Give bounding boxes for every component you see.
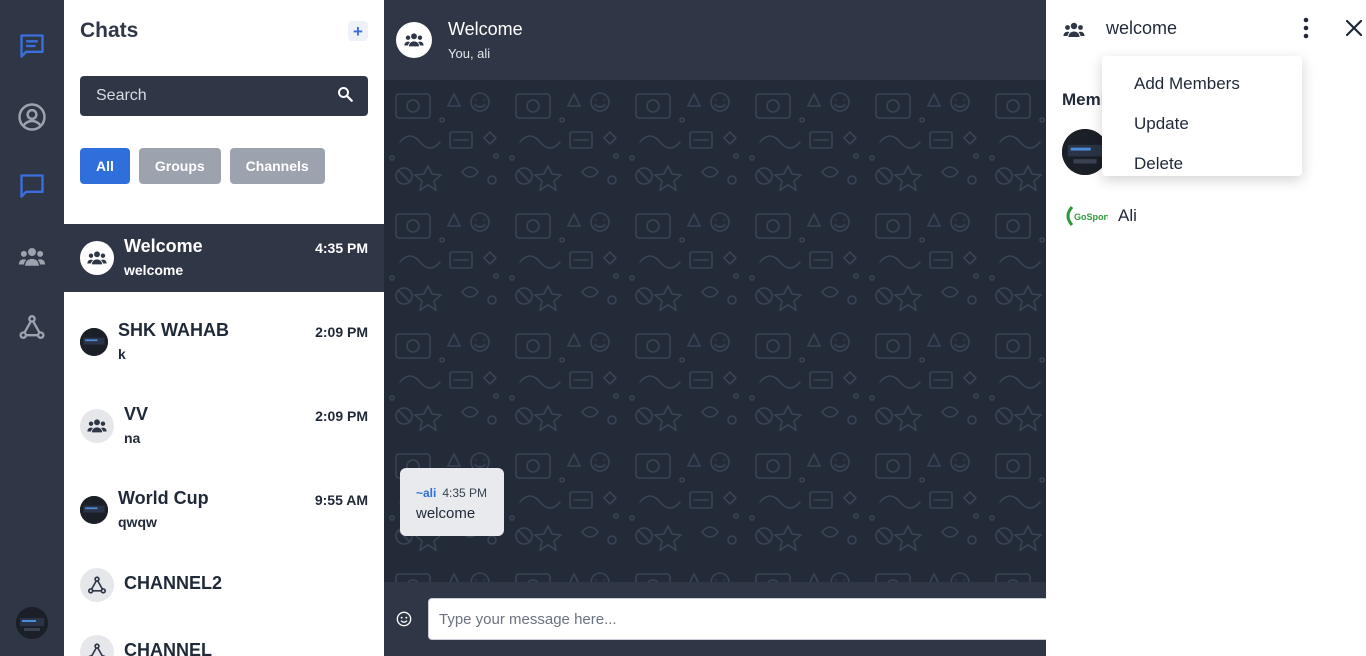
chat-list-header: Chats + <box>80 18 368 44</box>
group-icon <box>1062 18 1086 47</box>
conversation-panel: Welcome You, ali ~ali 4:35 PM welcome Ty… <box>384 0 1068 656</box>
chat-last-message: k <box>118 346 126 362</box>
message-time: 4:35 PM <box>442 486 488 500</box>
close-icon[interactable] <box>1344 18 1364 38</box>
chat-last-message: qwqw <box>118 514 157 530</box>
chat-name: Welcome <box>124 236 203 256</box>
menu-item-delete[interactable]: Delete <box>1102 144 1302 184</box>
filter-groups-button[interactable]: Groups <box>138 148 221 184</box>
filter-all-button[interactable]: All <box>80 148 130 184</box>
message-bubble[interactable]: ~ali 4:35 PM welcome <box>400 468 504 536</box>
nav-rail <box>0 0 64 656</box>
conversation-participants: You, ali <box>448 46 491 61</box>
chat-wallpaper: ~ali 4:35 PM welcome <box>384 80 1046 582</box>
user-avatar <box>80 328 108 356</box>
chat-time: 2:09 PM <box>315 324 368 340</box>
chat-name: CHANNEL <box>124 640 212 656</box>
chat-name: CHANNEL2 <box>124 573 223 593</box>
chat-name: VV <box>124 404 149 424</box>
user-avatar <box>80 496 108 524</box>
chat-item-channel2[interactable]: CHANNEL2 <box>64 551 384 619</box>
chat-list-title: Chats <box>80 19 139 42</box>
chat-item-vv[interactable]: VV na 2:09 PM <box>64 392 384 460</box>
chat-list-icon[interactable] <box>16 30 48 62</box>
chat-item-shk-wahab[interactable]: SHK WAHAB k 2:09 PM <box>64 308 384 376</box>
chat-name: SHK WAHAB <box>118 320 229 340</box>
message-sender: ~ali <box>416 486 437 500</box>
new-chat-button[interactable]: + <box>348 21 368 41</box>
chat-last-message: welcome <box>124 262 184 278</box>
search-icon[interactable] <box>336 85 354 108</box>
group-info-panel: welcome Members GoSportified Ali Add Mem… <box>1046 0 1366 656</box>
groups-icon[interactable] <box>16 241 48 273</box>
group-info-header: welcome <box>1062 16 1363 42</box>
search-input[interactable] <box>96 87 336 105</box>
chat-time: 2:09 PM <box>315 408 368 424</box>
group-options-menu: Add Members Update Delete <box>1102 56 1302 176</box>
group-avatar-icon <box>396 22 432 58</box>
channel-avatar-icon <box>80 568 114 602</box>
channels-icon[interactable] <box>16 311 48 343</box>
chat-time: 9:55 AM <box>314 492 368 508</box>
member-avatar: GoSportified <box>1062 193 1108 239</box>
emoji-icon[interactable] <box>396 611 412 627</box>
group-name: welcome <box>1106 18 1178 38</box>
chat-item-welcome[interactable]: Welcome welcome 4:35 PM <box>64 224 384 292</box>
group-avatar-icon <box>80 409 114 443</box>
more-options-icon[interactable] <box>1300 16 1312 40</box>
message-text: welcome <box>416 505 476 522</box>
message-composer <box>384 582 1068 656</box>
member-item[interactable]: GoSportified Ali <box>1062 193 1137 239</box>
chat-name: World Cup <box>118 488 209 508</box>
channel-avatar-icon <box>80 635 114 656</box>
member-name: Ali <box>1118 206 1137 225</box>
chat-icon[interactable] <box>16 170 48 202</box>
chat-filters: All Groups Channels <box>80 148 325 184</box>
svg-text:GoSportified: GoSportified <box>1074 212 1108 222</box>
menu-item-add-members[interactable]: Add Members <box>1102 64 1302 104</box>
profile-icon[interactable] <box>16 101 48 133</box>
app-window: Chats + All Groups Channels Welcome welc… <box>0 0 1366 656</box>
chat-item-world-cup[interactable]: World Cup qwqw 9:55 AM <box>64 476 384 544</box>
message-input[interactable] <box>428 598 1068 640</box>
group-avatar-icon <box>80 241 114 275</box>
filter-channels-button[interactable]: Channels <box>229 148 325 184</box>
user-avatar[interactable] <box>16 607 48 639</box>
search-box <box>80 76 368 116</box>
menu-item-update[interactable]: Update <box>1102 104 1302 144</box>
chat-list-panel: Chats + All Groups Channels Welcome welc… <box>64 0 384 656</box>
conversation-title: Welcome <box>448 19 523 39</box>
conversation-header[interactable]: Welcome You, ali <box>384 0 1046 80</box>
gosportified-logo: GoSportified <box>1062 193 1108 239</box>
chat-item-channel[interactable]: CHANNEL <box>64 618 384 656</box>
chat-last-message: na <box>124 430 141 446</box>
chat-time: 4:35 PM <box>315 240 368 256</box>
